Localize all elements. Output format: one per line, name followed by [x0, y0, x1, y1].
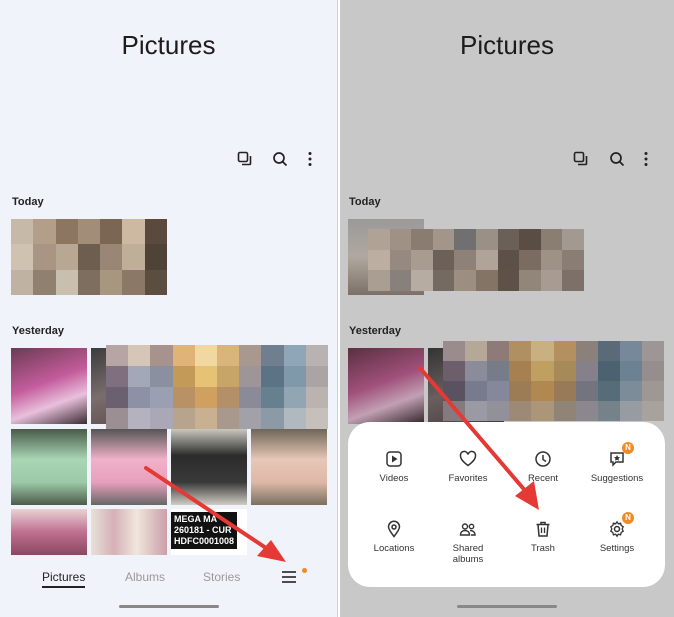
menu-item-favorites[interactable]: Favorites: [432, 446, 504, 484]
section-header-today: Today: [12, 196, 44, 208]
select-icon[interactable]: [236, 150, 254, 168]
trash-icon: [507, 516, 579, 538]
gear-icon: N: [581, 512, 653, 538]
menu-item-locations[interactable]: Locations: [358, 516, 430, 554]
heart-icon: [432, 446, 504, 468]
video-icon: [358, 446, 430, 468]
photo-thumbnail[interactable]: [11, 348, 87, 424]
photo-thumbnail[interactable]: [251, 429, 327, 505]
photo-thumbnail[interactable]: [11, 509, 87, 555]
photo-thumbnail[interactable]: [91, 509, 167, 555]
menu-icon[interactable]: [281, 570, 297, 589]
photo-thumbnail[interactable]: [106, 345, 328, 429]
menu-sheet: Videos Favorites Recent N Suggestions Lo…: [348, 422, 665, 587]
tab-albums[interactable]: Albums: [125, 570, 165, 584]
section-header-yesterday: Yesterday: [12, 325, 64, 337]
photo-thumbnail[interactable]: [348, 348, 424, 424]
section-header-today: Today: [349, 196, 381, 208]
search-icon[interactable]: [271, 150, 289, 168]
tab-pictures[interactable]: Pictures: [42, 570, 86, 588]
clock-icon: [507, 446, 579, 468]
menu-item-recent[interactable]: Recent: [507, 446, 579, 484]
menu-item-suggestions[interactable]: N Suggestions: [581, 442, 653, 484]
photo-thumbnail[interactable]: [443, 341, 664, 421]
photo-thumbnail[interactable]: [368, 229, 584, 291]
menu-item-shared-albums[interactable]: Shared albums: [432, 516, 504, 565]
left-screenshot: Pictures Today Yesterday MEGA MA 260181 …: [0, 0, 338, 617]
photo-thumbnail[interactable]: [11, 429, 87, 505]
photo-thumbnail[interactable]: [91, 429, 167, 505]
search-icon[interactable]: [608, 150, 626, 168]
photo-thumbnail[interactable]: [11, 219, 167, 295]
photo-thumbnail[interactable]: MEGA MA 260181 - CUR HDFC0001008: [171, 509, 247, 555]
tab-stories[interactable]: Stories: [203, 570, 240, 584]
notification-dot: [302, 568, 307, 573]
more-options-icon[interactable]: [637, 150, 655, 168]
menu-item-trash[interactable]: Trash: [507, 516, 579, 554]
right-screenshot: Pictures Today Yesterday Videos Favorite…: [340, 0, 674, 617]
more-options-icon[interactable]: [301, 150, 319, 168]
gesture-handle: [118, 605, 219, 608]
menu-item-videos[interactable]: Videos: [358, 446, 430, 484]
suggestions-icon: N: [581, 442, 653, 468]
people-icon: [432, 516, 504, 538]
page-title: Pictures: [121, 30, 216, 60]
menu-item-settings[interactable]: N Settings: [581, 512, 653, 554]
page-title: Pictures: [460, 30, 554, 60]
new-badge: N: [622, 442, 634, 454]
thumbnail-caption-text: MEGA MA 260181 - CUR HDFC0001008: [171, 512, 238, 549]
photo-thumbnail[interactable]: [171, 429, 247, 505]
bottom-navigation: Pictures Albums Stories: [0, 562, 337, 592]
new-badge: N: [622, 512, 634, 524]
gesture-handle: [457, 605, 557, 608]
section-header-yesterday: Yesterday: [349, 325, 401, 337]
select-icon[interactable]: [572, 150, 590, 168]
location-pin-icon: [358, 516, 430, 538]
